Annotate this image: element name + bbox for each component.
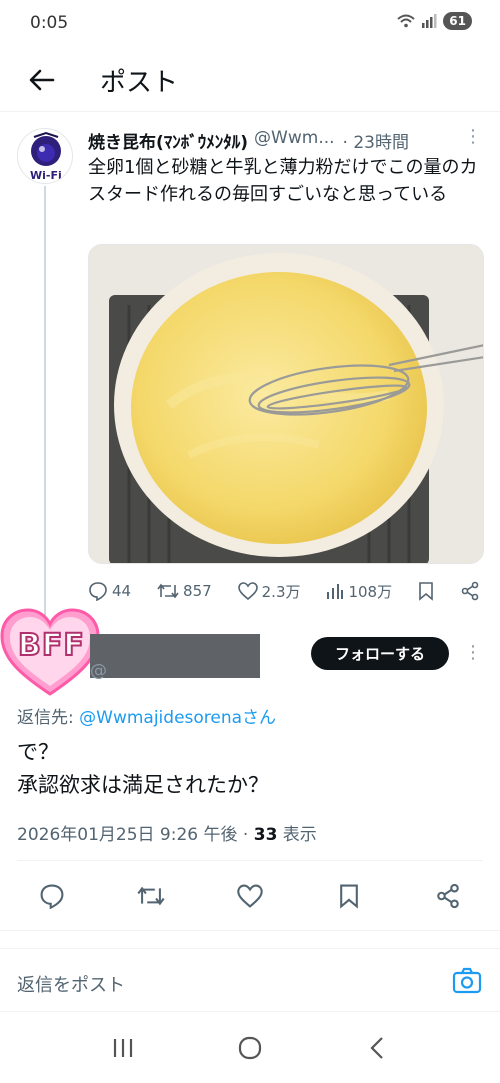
share-button[interactable]	[430, 878, 466, 914]
camera-button[interactable]	[452, 967, 482, 995]
avatar[interactable]: BFF	[0, 606, 100, 698]
home-icon	[238, 1036, 262, 1060]
app-header: ポスト	[0, 48, 500, 112]
bookmark-button[interactable]	[331, 878, 367, 914]
arrow-left-icon	[29, 69, 55, 91]
reply-text-line-1: で？	[17, 740, 59, 764]
home-button[interactable]	[230, 1028, 270, 1068]
follow-button[interactable]: フォローする	[311, 637, 449, 670]
chevron-left-icon	[370, 1037, 383, 1059]
page-title: ポスト	[100, 68, 179, 98]
battery-indicator: 61	[443, 12, 472, 30]
author-name[interactable]: 焼き昆布(ﾏﾝﾎﾞｳﾒﾝﾀﾙ)	[88, 128, 248, 153]
avatar-label: Wi-Fi	[30, 169, 62, 182]
repost-icon	[137, 886, 165, 906]
divider	[0, 930, 500, 931]
custard-bowl-photo	[89, 245, 483, 563]
post-meta: 2026年01月25日 9:26 午後 · 33 表示	[17, 820, 317, 845]
recent-apps-button[interactable]	[103, 1028, 143, 1068]
reply-to-prefix: 返信先:	[17, 708, 80, 728]
wifi-icon	[397, 14, 415, 28]
like-button[interactable]: 2.3万	[237, 581, 301, 602]
thread-connector-line	[44, 186, 46, 616]
reply-button[interactable]: 44	[88, 581, 131, 601]
views-button[interactable]: 108万	[326, 581, 392, 602]
tweet-header: 焼き昆布(ﾏﾝﾎﾞｳﾒﾝﾀﾙ) @Wwm... · 23時間	[88, 128, 488, 153]
reply-text: で？ 承認欲求は満足されたか？	[17, 736, 487, 802]
divider	[17, 860, 483, 861]
avatar[interactable]: Wi-Fi	[17, 128, 73, 184]
bookmark-icon	[340, 884, 358, 909]
bookmark-button[interactable]	[418, 581, 434, 601]
bff-badge-text: BFF	[17, 627, 85, 664]
repost-button[interactable]	[133, 878, 169, 914]
redacted-name-block	[90, 634, 260, 678]
like-count: 2.3万	[261, 582, 301, 601]
reply-to-handle-link[interactable]: @Wwmajidesorenaさん	[79, 708, 276, 728]
system-nav-bar	[0, 1013, 500, 1083]
reply-button[interactable]	[34, 878, 70, 914]
camera-icon	[452, 967, 482, 994]
back-button[interactable]	[24, 62, 60, 98]
view-count: 33	[253, 825, 278, 845]
reply-author-handle[interactable]: @	[90, 661, 107, 681]
share-icon	[437, 883, 459, 909]
tweet-image[interactable]	[88, 244, 484, 564]
comment-icon	[40, 884, 64, 909]
repost-count: 857	[183, 582, 212, 600]
post-timestamp[interactable]: 2026年01月25日 9:26 午後 ·	[17, 825, 254, 845]
heart-icon	[237, 582, 258, 600]
status-icons: 61	[397, 12, 472, 30]
reply-text-line-2: 承認欲求は満足されたか？	[17, 773, 269, 797]
tweet-text: 全卵1個と砂糖と牛乳と薄力粉だけでこの量のカスタード作れるの毎回すごいなと思って…	[88, 157, 478, 205]
bookmark-icon	[419, 582, 433, 601]
signal-icon	[422, 14, 437, 28]
more-options-icon[interactable]: ⋮	[464, 126, 482, 147]
more-options-icon[interactable]: ⋮	[464, 642, 482, 663]
view-label: 表示	[277, 825, 317, 845]
status-time: 0:05	[30, 13, 69, 33]
repost-icon	[157, 583, 179, 599]
heart-icon	[237, 884, 263, 908]
reply-compose-bar[interactable]: 返信をポスト	[0, 948, 500, 1012]
reply-to-line: 返信先: @Wwmajidesorenaさん	[17, 703, 276, 728]
tweet-action-row: 44 857 2.3万 108万	[88, 578, 480, 604]
views-count: 108万	[348, 582, 393, 601]
analytics-icon	[327, 584, 344, 599]
status-bar: 0:05 61	[0, 0, 500, 48]
share-button[interactable]	[460, 581, 480, 601]
comment-icon	[89, 582, 107, 601]
repost-button[interactable]: 857	[157, 582, 212, 600]
share-icon	[461, 581, 479, 601]
tweet-time[interactable]: · 23時間	[343, 128, 409, 153]
author-handle[interactable]: @Wwm...	[254, 128, 334, 153]
like-button[interactable]	[232, 878, 268, 914]
back-nav-button[interactable]	[357, 1028, 397, 1068]
reply-count: 44	[112, 582, 132, 600]
recent-apps-icon	[114, 1039, 133, 1057]
post-action-bar	[20, 876, 480, 916]
reply-input-placeholder[interactable]: 返信をポスト	[17, 971, 125, 997]
